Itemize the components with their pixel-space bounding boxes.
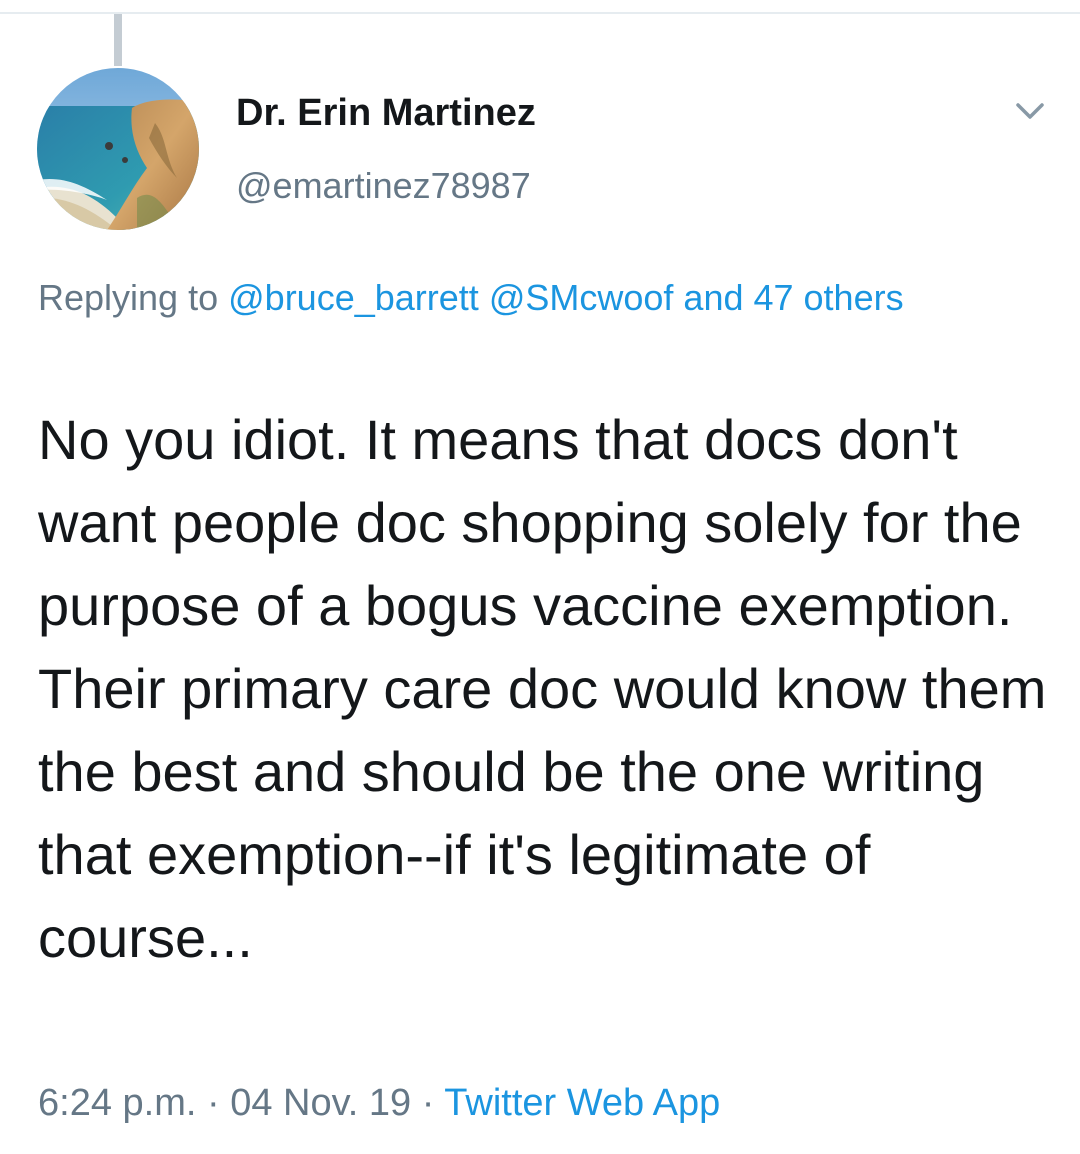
replying-to-label: Replying to <box>38 277 219 318</box>
other-mentions-link[interactable]: and 47 others <box>683 277 903 318</box>
avatar[interactable] <box>37 68 199 230</box>
mention-link[interactable]: @SMcwoof <box>489 277 674 318</box>
tweet-text: No you idiot. It means that docs don't w… <box>38 408 1047 969</box>
tweet-metadata: 6:24 p.m. · 04 Nov. 19 · Twitter Web App <box>38 1082 720 1125</box>
meta-separator: · <box>206 1082 220 1124</box>
author-display-name[interactable]: Dr. Erin Martinez <box>236 92 536 135</box>
mention-link[interactable]: @bruce_barrett <box>228 277 479 318</box>
tweet-source-link[interactable]: Twitter Web App <box>444 1082 720 1124</box>
tweet-time[interactable]: 6:24 p.m. <box>38 1082 196 1124</box>
chevron-down-icon[interactable] <box>1010 96 1050 126</box>
top-divider <box>0 0 1080 14</box>
reply-context: Replying to @bruce_barrett @SMcwoof and … <box>38 268 1038 328</box>
beach-coast-avatar-image <box>37 68 199 230</box>
tweet-date[interactable]: 04 Nov. 19 <box>230 1082 411 1124</box>
thread-connector-line <box>114 14 122 66</box>
meta-separator: · <box>421 1082 435 1124</box>
author-handle[interactable]: @emartinez78987 <box>236 165 531 207</box>
